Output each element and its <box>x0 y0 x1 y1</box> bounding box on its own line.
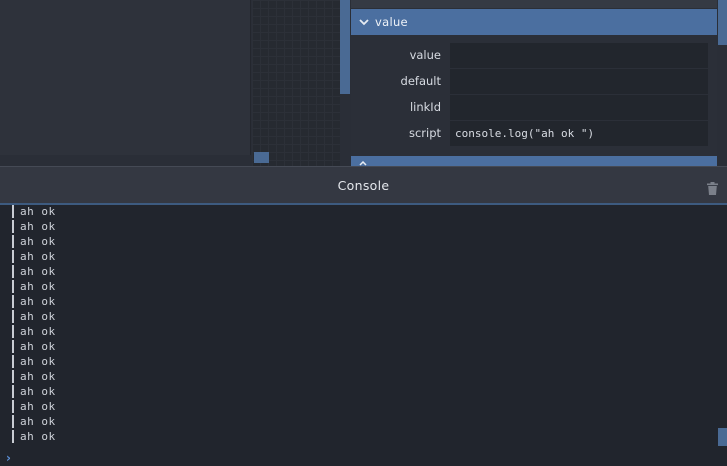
log-line: ah ok <box>12 294 56 309</box>
log-text: ah ok <box>20 205 56 218</box>
property-label: value <box>409 48 441 62</box>
properties-scrollbar-thumb[interactable] <box>718 0 727 45</box>
section-title: value <box>375 15 408 29</box>
log-text: ah ok <box>20 280 56 293</box>
log-line: ah ok <box>12 219 56 234</box>
log-text: ah ok <box>20 235 56 248</box>
value-section-header[interactable]: value <box>351 9 717 35</box>
properties-scrollbar[interactable] <box>717 0 727 166</box>
log-line: ah ok <box>12 234 56 249</box>
properties-top-strip <box>351 0 717 8</box>
log-line: ah ok <box>12 339 56 354</box>
default-field[interactable] <box>450 69 708 94</box>
chevron-right-icon: › <box>6 451 11 465</box>
next-section-header[interactable] <box>351 156 717 166</box>
log-text: ah ok <box>20 310 56 323</box>
log-text: ah ok <box>20 220 56 233</box>
value-field[interactable] <box>450 43 708 68</box>
log-text: ah ok <box>20 355 56 368</box>
log-text: ah ok <box>20 415 56 428</box>
property-label: default <box>400 74 441 88</box>
log-text: ah ok <box>20 295 56 308</box>
canvas-horizontal-scrollbar[interactable] <box>254 152 269 163</box>
top-area: value value default linkId script consol… <box>0 0 727 166</box>
property-row-value: value <box>351 43 717 68</box>
log-line: ah ok <box>12 384 56 399</box>
property-row-default: default <box>351 69 717 94</box>
log-line: ah ok <box>12 279 56 294</box>
log-text: ah ok <box>20 430 56 443</box>
property-row-script: script console.log("ah ok ") <box>351 121 717 146</box>
log-line: ah ok <box>12 309 56 324</box>
log-line: ah ok <box>12 324 56 339</box>
property-label: linkId <box>409 100 441 114</box>
script-field[interactable]: console.log("ah ok ") <box>450 121 708 146</box>
log-text: ah ok <box>20 265 56 278</box>
log-line: ah ok <box>12 399 56 414</box>
properties-panel: value value default linkId script consol… <box>351 0 717 166</box>
log-text: ah ok <box>20 340 56 353</box>
left-panel-footer <box>0 155 251 166</box>
log-line: ah ok <box>12 369 56 384</box>
log-line: ah ok <box>12 414 56 429</box>
console-title: Console <box>337 178 390 193</box>
console-output: ah ok ah ok ah ok ah ok ah ok ah ok ah o… <box>0 205 727 452</box>
log-line: ah ok <box>12 354 56 369</box>
log-text: ah ok <box>20 400 56 413</box>
property-label: script <box>408 126 441 140</box>
canvas-vertical-scrollbar[interactable] <box>340 0 350 94</box>
canvas-grid[interactable] <box>252 0 340 166</box>
log-text: ah ok <box>20 370 56 383</box>
log-line: ah ok <box>12 264 56 279</box>
log-line: ah ok <box>12 429 56 444</box>
property-row-linkid: linkId <box>351 95 717 120</box>
trash-icon[interactable] <box>707 180 718 195</box>
log-text: ah ok <box>20 385 56 398</box>
log-text: ah ok <box>20 250 56 263</box>
log-line: ah ok <box>12 205 56 219</box>
console-scrollbar-thumb[interactable] <box>718 428 727 446</box>
console-input[interactable]: › <box>0 451 727 466</box>
log-line: ah ok <box>12 249 56 264</box>
left-panel <box>0 0 251 166</box>
chevron-down-icon <box>359 17 369 28</box>
console-header: Console <box>0 166 727 205</box>
log-text: ah ok <box>20 325 56 338</box>
linkid-field[interactable] <box>450 95 708 120</box>
